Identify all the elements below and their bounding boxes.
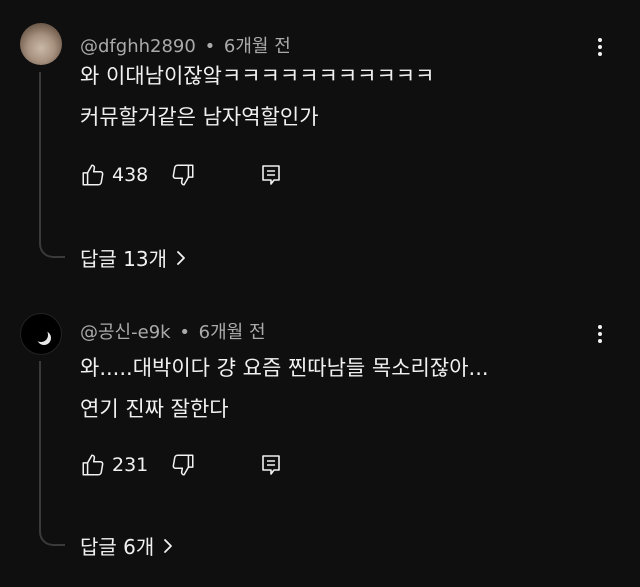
moon-icon [34, 328, 48, 342]
comment-actions: 438 [80, 160, 282, 190]
thumbs-up-icon [82, 454, 104, 476]
replies-count-label: 답글 13개 [80, 247, 168, 271]
author-handle[interactable]: @공신-e9k [80, 322, 171, 343]
thumbs-down-icon [172, 454, 194, 476]
reply-icon [262, 455, 281, 475]
view-replies-button[interactable]: 답글 13개 [80, 243, 187, 272]
replies-count-label: 답글 6개 [80, 535, 155, 559]
comment-timestamp[interactable]: 6개월 전 [199, 322, 266, 343]
comment-text-line: 연기 진짜 잘한다 [80, 397, 229, 421]
more-vertical-icon[interactable] [590, 35, 610, 59]
comment-header: @dfghh2890 • 6개월 전 [80, 32, 291, 58]
meta-separator: • [204, 36, 216, 57]
chevron-right-icon [164, 538, 173, 553]
avatar[interactable] [20, 23, 62, 65]
comment-actions: 231 [80, 450, 282, 480]
reply-icon [262, 165, 281, 185]
more-vertical-icon[interactable] [590, 322, 610, 346]
thumbs-up-icon [82, 164, 104, 186]
avatar[interactable] [20, 313, 62, 355]
author-handle[interactable]: @dfghh2890 [80, 36, 196, 57]
thread-connector-line [39, 361, 65, 546]
reply-button[interactable] [260, 453, 282, 477]
chevron-right-icon [177, 250, 185, 265]
like-count: 438 [112, 164, 149, 186]
view-replies-button[interactable]: 답글 6개 [80, 531, 174, 560]
comment-text-line: 와.....대박이다 걍 요즘 찐따남들 목소리잖아... [80, 356, 489, 380]
dislike-button[interactable] [170, 162, 196, 188]
reply-button[interactable] [260, 163, 282, 187]
like-button[interactable]: 231 [80, 450, 148, 480]
comment-timestamp[interactable]: 6개월 전 [224, 36, 291, 57]
comment-text-line: 와 이대남이잖앜ㅋㅋㅋㅋㅋㅋㅋㅋㅋㅋㅋ [80, 64, 435, 88]
meta-separator: • [179, 322, 190, 343]
thumbs-down-icon [172, 164, 194, 186]
comment-header: @공신-e9k • 6개월 전 [80, 318, 266, 344]
dislike-button[interactable] [170, 452, 196, 478]
like-count: 231 [112, 454, 149, 476]
thread-connector-line [39, 72, 65, 258]
like-button[interactable]: 438 [80, 160, 148, 190]
comment-text-line: 커뮤할거같은 남자역할인가 [80, 105, 319, 129]
